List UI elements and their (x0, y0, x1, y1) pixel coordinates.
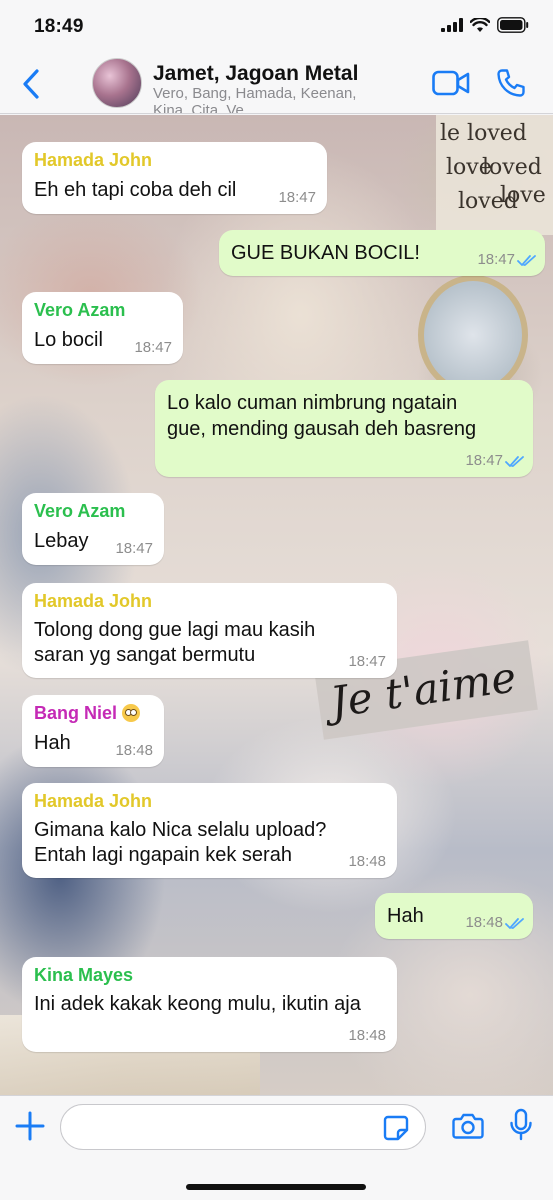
phone-icon (497, 69, 525, 97)
message-bubble[interactable]: Bang Niel Hah 18:48 (22, 695, 164, 767)
camera-button[interactable] (452, 1112, 484, 1145)
double-check-icon (505, 918, 524, 929)
status-icons (441, 17, 529, 33)
status-bar: 18:49 (0, 0, 553, 56)
camera-icon (452, 1113, 484, 1139)
message-text: saran yg sangat bermutu (34, 644, 256, 666)
battery-icon (497, 17, 529, 33)
home-indicator (186, 1184, 366, 1190)
message-text: Eh eh tapi coba deh cil (34, 179, 237, 201)
microphone-icon (510, 1108, 532, 1141)
message-time: 18:47 (348, 653, 386, 670)
wallpaper-word: le loved (440, 121, 527, 146)
wallpaper-word: love (446, 155, 492, 180)
group-name[interactable]: Jamet, Jagoan Metal (153, 62, 358, 86)
message-input-bar (0, 1095, 553, 1200)
message-bubble[interactable]: GUE BUKAN BOCIL! 18:47 (219, 230, 545, 276)
chat-header: Jamet, Jagoan Metal Vero, Bang, Hamada, … (0, 56, 553, 114)
chevron-left-icon (23, 69, 39, 99)
message-bubble[interactable]: Kina Mayes Ini adek kakak keong mulu, ik… (22, 957, 397, 1052)
message-time: 18:47 (134, 339, 172, 356)
message-text: Gimana kalo Nica selalu upload? (34, 819, 327, 841)
message-bubble[interactable]: Hamada John Tolong dong gue lagi mau kas… (22, 583, 397, 678)
message-time: 18:48 (348, 853, 386, 870)
sender-name: Bang Niel (34, 703, 118, 723)
sticker-button[interactable] (383, 1115, 409, 1146)
double-check-icon (517, 255, 536, 266)
message-bubble[interactable]: Hah 18:48 (375, 893, 533, 939)
group-avatar[interactable] (92, 58, 142, 108)
message-time: 18:47 (278, 189, 316, 206)
message-text: Hah (34, 732, 71, 754)
message-text: GUE BUKAN BOCIL! (231, 242, 420, 264)
message-sender: Hamada John (34, 150, 153, 170)
sticker-icon (383, 1115, 409, 1141)
message-time: 18:48 (465, 914, 503, 931)
message-sender: Hamada John (34, 791, 153, 811)
message-sender: Vero Azam (34, 300, 126, 320)
message-text: Lo bocil (34, 329, 103, 351)
attach-button[interactable] (14, 1110, 46, 1147)
wallpaper-word: loved (458, 189, 518, 214)
video-call-button[interactable] (432, 70, 470, 101)
status-time: 18:49 (34, 16, 84, 37)
eye-roll-emoji-icon (122, 704, 141, 722)
message-text: Hah (387, 905, 424, 927)
message-sender: Hamada John (34, 591, 153, 611)
message-text: Tolong dong gue lagi mau kasih (34, 619, 316, 641)
message-bubble[interactable]: Hamada John Gimana kalo Nica selalu uplo… (22, 783, 397, 878)
message-sender: Bang Niel (34, 703, 141, 724)
cellular-signal-icon (441, 18, 463, 32)
wifi-icon (470, 17, 490, 32)
message-sender: Vero Azam (34, 501, 126, 521)
message-text: gue, mending gausah deh basreng (167, 418, 477, 440)
message-text: Ini adek kakak keong mulu, ikutin aja (34, 993, 361, 1015)
message-time: 18:48 (115, 742, 153, 759)
back-button[interactable] (16, 66, 46, 102)
microphone-button[interactable] (509, 1108, 533, 1147)
message-bubble[interactable]: Vero Azam Lebay 18:47 (22, 493, 164, 565)
message-bubble[interactable]: Lo kalo cuman nimbrung ngatain gue, mend… (155, 380, 533, 477)
message-time: 18:47 (115, 540, 153, 557)
message-time: 18:47 (477, 251, 515, 268)
chat-area[interactable]: le loved loved love love loved Je t'aime… (0, 115, 553, 1095)
plus-icon (15, 1111, 45, 1141)
wallpaper-eye-locket (418, 275, 528, 395)
message-time: 18:48 (348, 1027, 386, 1044)
double-check-icon (505, 456, 524, 467)
voice-call-button[interactable] (496, 68, 526, 103)
message-bubble[interactable]: Hamada John Eh eh tapi coba deh cil 18:4… (22, 142, 327, 214)
message-sender: Kina Mayes (34, 965, 134, 985)
video-camera-icon (432, 70, 470, 96)
message-input[interactable] (60, 1104, 426, 1150)
message-text: Entah lagi ngapain kek serah (34, 844, 292, 866)
group-members[interactable]: Vero, Bang, Hamada, Keenan, Kina, Cita, … (153, 85, 393, 113)
message-text: Lo kalo cuman nimbrung ngatain (167, 392, 458, 414)
message-text: Lebay (34, 530, 89, 552)
message-time: 18:47 (465, 452, 503, 469)
message-bubble[interactable]: Vero Azam Lo bocil 18:47 (22, 292, 183, 364)
